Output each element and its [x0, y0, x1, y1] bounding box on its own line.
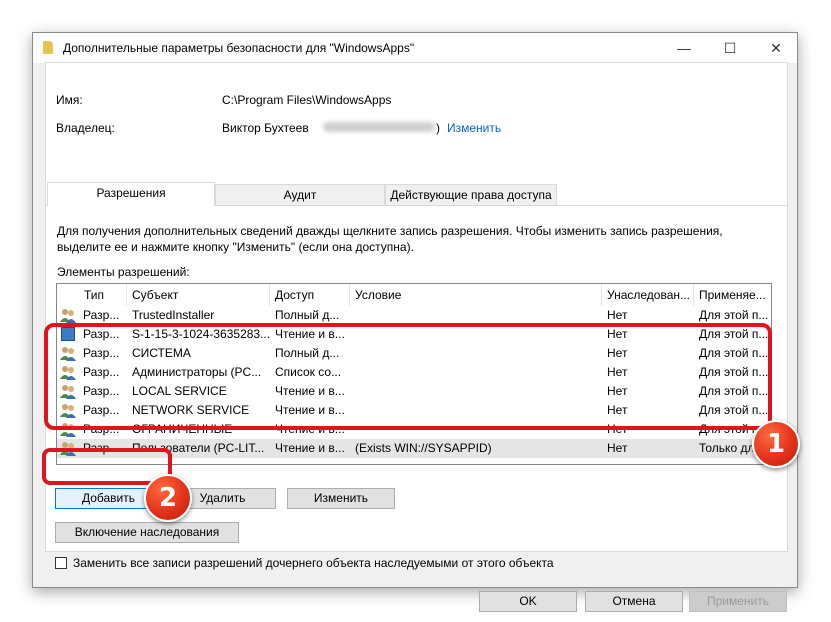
column-access[interactable]: Доступ	[270, 284, 350, 306]
name-value: C:\Program Files\WindowsApps	[222, 93, 392, 107]
ok-button[interactable]: OK	[479, 591, 577, 612]
close-button[interactable]: ✕	[753, 33, 799, 63]
change-owner-link[interactable]: Изменить	[447, 121, 501, 135]
tab-audit[interactable]: Аудит	[215, 184, 385, 205]
replace-child-permissions-checkbox[interactable]	[55, 557, 67, 569]
step-badge-1: 1	[752, 420, 800, 468]
owner-value: Виктор Бухтеев	[222, 121, 309, 135]
users-icon	[60, 309, 76, 323]
cell-inherited: Нет	[607, 441, 628, 455]
owner-label: Владелец:	[56, 121, 115, 135]
cell-condition: (Exists WIN://SYSAPPID)	[355, 441, 492, 455]
cancel-button[interactable]: Отмена	[585, 591, 683, 612]
table-header: Тип Субъект Доступ Условие Унаследован..…	[57, 284, 771, 306]
cell-access: Чтение и в...	[275, 441, 345, 455]
column-subject[interactable]: Субъект	[127, 284, 270, 306]
folder-icon	[43, 41, 53, 54]
permissions-description: Для получения дополнительных сведений дв…	[57, 224, 723, 254]
window-title: Дополнительные параметры безопасности дл…	[63, 41, 415, 55]
highlight-rows-annotation	[44, 323, 772, 430]
tab-effective-access[interactable]: Действующие права доступа	[385, 184, 557, 205]
column-type[interactable]: Тип	[79, 284, 127, 306]
permission-entries-label: Элементы разрешений:	[57, 265, 190, 279]
tab-permissions[interactable]: Разрешения	[47, 182, 215, 206]
enable-inheritance-button[interactable]: Включение наследования	[55, 522, 239, 543]
replace-child-permissions-label: Заменить все записи разрешений дочернего…	[73, 556, 554, 570]
step-badge-2: 2	[144, 474, 192, 522]
maximize-button[interactable]: ☐	[707, 33, 753, 63]
column-inherited[interactable]: Унаследован...	[602, 284, 694, 306]
edit-button[interactable]: Изменить	[287, 488, 395, 509]
owner-redacted	[323, 122, 435, 132]
title-bar[interactable]: Дополнительные параметры безопасности дл…	[33, 33, 797, 63]
name-label: Имя:	[56, 93, 83, 107]
column-applies-to[interactable]: Применяе...	[694, 284, 771, 306]
apply-button[interactable]: Применить	[689, 591, 787, 612]
minimize-button[interactable]: —	[661, 33, 707, 63]
owner-paren: )	[436, 121, 440, 135]
column-condition[interactable]: Условие	[350, 284, 602, 306]
